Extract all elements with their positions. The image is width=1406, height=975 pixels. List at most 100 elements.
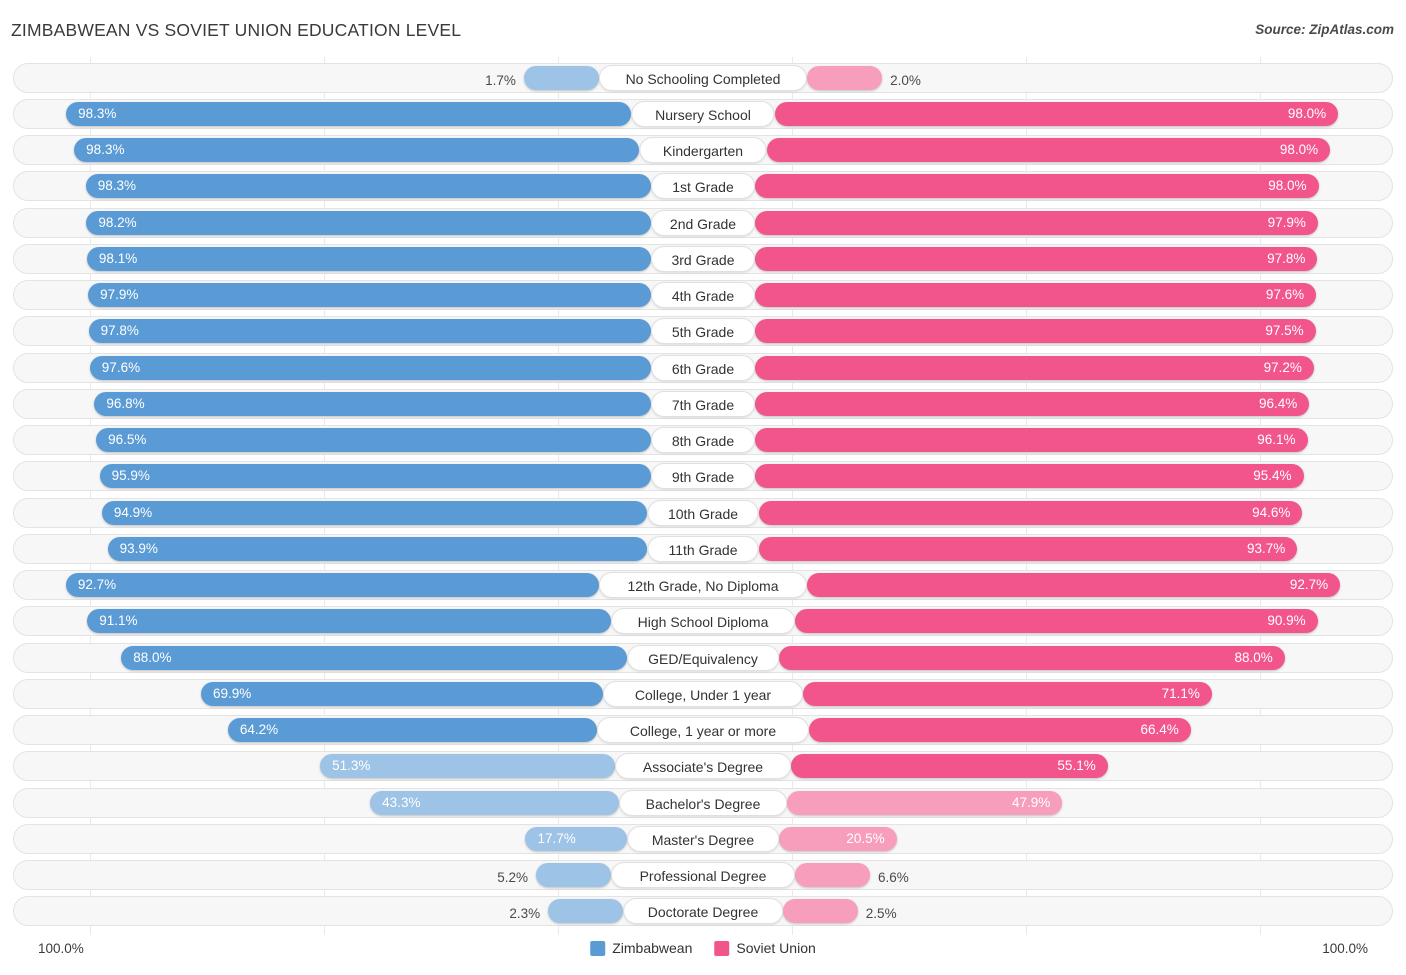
bar-zimbabwean[interactable]: 95.9% (99, 464, 651, 489)
bar-zimbabwean[interactable]: 88.0% (121, 645, 628, 670)
bar-zimbabwean[interactable]: 51.3% (320, 754, 616, 779)
category-label-pill: 10th Grade (647, 499, 759, 526)
category-label-pill: 1st Grade (651, 173, 755, 200)
page-title: ZIMBABWEAN VS SOVIET UNION EDUCATION LEV… (11, 20, 462, 40)
bar-soviet-union[interactable]: 96.1% (755, 428, 1308, 453)
bar-value-label: 90.9% (1267, 613, 1306, 629)
category-label-pill: Doctorate Degree (623, 898, 783, 925)
legend-item-soviet-union[interactable]: Soviet Union (714, 940, 816, 956)
bar-soviet-union[interactable]: 97.8% (755, 246, 1318, 271)
bar-value-label: 93.7% (1246, 540, 1286, 556)
chart-row: 98.3% 98.0% Kindergarten (13, 135, 1393, 166)
bar-value-label: 96.8% (106, 395, 145, 411)
bar-soviet-union[interactable]: 2.0% (807, 65, 921, 90)
bar-value-label: 97.8% (100, 323, 139, 339)
bar-zimbabwean[interactable]: 43.3% (370, 790, 620, 815)
chart-row: 43.3% 47.9% Bachelor's Degree (13, 787, 1393, 818)
bar-soviet-union[interactable]: 98.0% (755, 174, 1319, 199)
category-label-pill: No Schooling Completed (598, 64, 808, 91)
category-label-pill: 11th Grade (647, 535, 759, 562)
category-label-pill: 12th Grade, No Diploma (598, 572, 808, 599)
bar-value-label: 88.0% (133, 649, 172, 665)
bar-value-label: 6.6% (877, 870, 909, 886)
bar-zimbabwean[interactable]: 97.8% (88, 319, 651, 344)
bar-zimbabwean[interactable]: 98.2% (86, 210, 651, 235)
bar-soviet-union[interactable]: 55.1% (790, 754, 1108, 779)
bar-soviet-union[interactable]: 98.0% (766, 138, 1331, 163)
bar-soviet-union[interactable]: 92.7% (807, 573, 1341, 598)
bar-value-label: 91.1% (99, 613, 138, 629)
bar-zimbabwean[interactable]: 98.3% (85, 174, 651, 199)
chart-row: 98.3% 98.0% Nursery School (13, 98, 1393, 129)
chart-row: 97.9% 97.6% 4th Grade (13, 280, 1393, 311)
bar-soviet-union[interactable]: 97.2% (755, 355, 1314, 380)
legend-label-zimbabwean: Zimbabwean (612, 940, 693, 956)
chart-row: 93.9% 93.7% 11th Grade (13, 533, 1393, 564)
bar-value-label: 64.2% (239, 722, 279, 738)
bar-value-label: 96.4% (1259, 395, 1298, 411)
bar-zimbabwean[interactable]: 98.1% (86, 246, 651, 271)
bar-zimbabwean[interactable]: 1.7% (485, 65, 599, 90)
bar-soviet-union[interactable]: 97.9% (755, 210, 1318, 235)
category-label-pill: 9th Grade (651, 463, 755, 490)
bar-value-label: 95.9% (111, 468, 150, 484)
category-label-pill: College, Under 1 year (602, 680, 804, 707)
category-label-pill: High School Diploma (611, 608, 795, 635)
bar-value-label: 98.2% (98, 214, 137, 230)
bar-value-label: 69.9% (213, 685, 252, 701)
bar-zimbabwean[interactable]: 98.3% (74, 138, 640, 163)
bar-value-label: 98.3% (86, 142, 125, 158)
chart-row: 91.1% 90.9% High School Diploma (13, 606, 1393, 637)
legend-item-zimbabwean[interactable]: Zimbabwean (590, 940, 692, 956)
chart-row: 1.7% 2.0% No Schooling Completed (13, 62, 1393, 93)
bar-zimbabwean[interactable]: 98.3% (66, 101, 632, 126)
bar-zimbabwean[interactable]: 96.8% (94, 391, 651, 416)
legend-swatch-icon-zimbabwean (590, 940, 606, 956)
bar-zimbabwean[interactable]: 96.5% (96, 428, 651, 453)
bar-zimbabwean[interactable]: 97.9% (88, 283, 651, 308)
chart-legend: Zimbabwean Soviet Union (590, 940, 816, 956)
category-label-pill: 5th Grade (651, 318, 755, 345)
chart-row: 88.0% 88.0% GED/Equivalency (13, 642, 1393, 673)
bar-zimbabwean[interactable]: 17.7% (525, 826, 628, 851)
chart-row: 17.7% 20.5% Master's Degree (13, 823, 1393, 854)
bar-zimbabwean[interactable]: 94.9% (101, 500, 648, 525)
chart-row: 69.9% 71.1% College, Under 1 year (13, 678, 1393, 709)
bar-soviet-union[interactable]: 71.1% (803, 681, 1212, 706)
bar-zimbabwean[interactable]: 92.7% (65, 573, 599, 598)
bar-soviet-union[interactable]: 2.5% (782, 899, 897, 924)
bar-value-label: 66.4% (1140, 722, 1179, 738)
bar-soviet-union[interactable]: 66.4% (809, 718, 1191, 743)
bar-soviet-union[interactable]: 6.6% (794, 863, 909, 888)
bar-zimbabwean[interactable]: 2.3% (509, 899, 624, 924)
category-label-pill: Bachelor's Degree (619, 789, 787, 816)
chart-row: 97.8% 97.5% 5th Grade (13, 316, 1393, 347)
bar-soviet-union[interactable]: 47.9% (786, 790, 1063, 815)
category-label-pill: College, 1 year or more (597, 717, 809, 744)
bar-value-label: 47.9% (1011, 794, 1051, 810)
chart-row: 98.3% 98.0% 1st Grade (13, 171, 1393, 202)
bar-zimbabwean[interactable]: 64.2% (227, 718, 597, 743)
bar-zimbabwean[interactable]: 97.6% (89, 355, 651, 380)
bar-value-label: 97.9% (100, 287, 139, 303)
bar-soviet-union[interactable]: 94.6% (758, 500, 1303, 525)
bar-soviet-union[interactable]: 88.0% (778, 645, 1285, 670)
bar-value-label: 51.3% (332, 758, 371, 774)
bar-soviet-union[interactable]: 98.0% (774, 101, 1339, 126)
bar-value-label: 1.7% (485, 72, 516, 88)
bar-soviet-union[interactable]: 97.6% (755, 283, 1317, 308)
bar-soviet-union[interactable]: 95.4% (755, 464, 1304, 489)
bar-zimbabwean[interactable]: 93.9% (107, 536, 648, 561)
bar-soviet-union[interactable]: 20.5% (778, 826, 897, 851)
bar-value-label: 98.0% (1279, 142, 1319, 158)
bar-value-label: 2.3% (509, 906, 541, 922)
bar-soviet-union[interactable]: 90.9% (794, 609, 1318, 634)
bar-zimbabwean[interactable]: 69.9% (201, 681, 603, 706)
bar-value-label: 96.1% (1257, 432, 1296, 448)
axis-max-left: 100.0% (38, 941, 84, 956)
bar-soviet-union[interactable]: 93.7% (758, 536, 1298, 561)
bar-zimbabwean[interactable]: 5.2% (497, 863, 612, 888)
bar-zimbabwean[interactable]: 91.1% (87, 609, 612, 634)
bar-soviet-union[interactable]: 97.5% (755, 319, 1316, 344)
bar-soviet-union[interactable]: 96.4% (755, 391, 1310, 416)
